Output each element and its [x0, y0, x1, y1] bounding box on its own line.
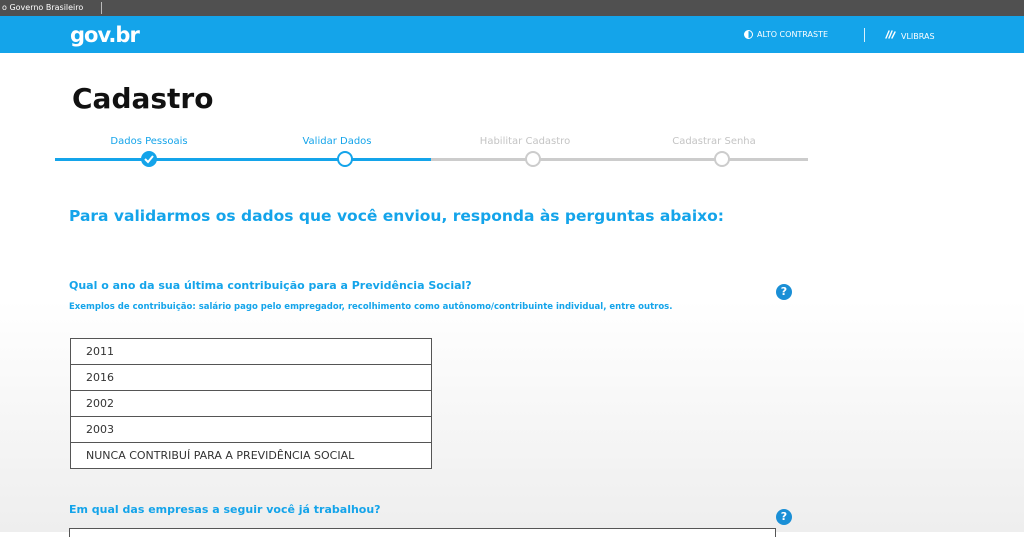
question-last-contribution: Qual o ano da sua última contribuição pa… [69, 279, 472, 292]
step-label-habilitar-cadastro: Habilitar Cadastro [479, 136, 571, 147]
answer-option[interactable] [69, 528, 776, 537]
step-label-dados-pessoais: Dados Pessoais [110, 136, 188, 147]
vlibras-label: VLIBRAS [901, 32, 935, 41]
hands-icon [884, 29, 897, 44]
header-divider [864, 28, 865, 42]
gov-bar: o Governo Brasileiro [0, 0, 1024, 16]
step-dot-pending [525, 151, 541, 167]
answer-option-never-contributed[interactable]: NUNCA CONTRIBUÍ PARA A PREVIDÊNCIA SOCIA… [70, 442, 432, 469]
gov-bar-divider [101, 2, 102, 14]
high-contrast-button[interactable]: ALTO CONTRASTE [744, 29, 828, 41]
gov-bar-text[interactable]: o Governo Brasileiro [0, 0, 83, 16]
answer-option[interactable]: 2002 [70, 390, 432, 417]
step-dot-done [141, 151, 157, 167]
help-icon[interactable]: ? [776, 509, 792, 525]
stepper-pending-line [431, 158, 808, 161]
question-hint: Exemplos de contribuição: salário pago p… [69, 302, 673, 312]
step-label-cadastrar-senha: Cadastrar Senha [672, 136, 756, 147]
answer-options: 2011 2016 2002 2003 NUNCA CONTRIBUÍ PARA… [70, 338, 432, 469]
check-icon [143, 153, 155, 165]
high-contrast-label: ALTO CONTRASTE [757, 30, 829, 39]
page-title: Cadastro [72, 82, 214, 115]
contrast-icon [744, 30, 753, 39]
answer-option[interactable]: 2016 [70, 364, 432, 391]
question-companies: Em qual das empresas a seguir você já tr… [69, 503, 381, 516]
step-dot-pending [714, 151, 730, 167]
vlibras-button[interactable]: VLIBRAS [884, 29, 935, 41]
step-dot-current [337, 151, 353, 167]
stepper-progress-line [55, 158, 431, 161]
govbr-logo[interactable]: gov.br [70, 23, 140, 47]
intro-text: Para validarmos os dados que você enviou… [69, 207, 724, 225]
help-icon[interactable]: ? [776, 284, 792, 300]
answer-option[interactable]: 2003 [70, 416, 432, 443]
answer-option[interactable]: 2011 [70, 338, 432, 365]
step-label-validar-dados: Validar Dados [302, 136, 372, 147]
progress-stepper: Dados Pessoais Validar Dados Habilitar C… [55, 130, 815, 170]
site-header: gov.br ALTO CONTRASTE VLIBRAS [0, 16, 1024, 53]
